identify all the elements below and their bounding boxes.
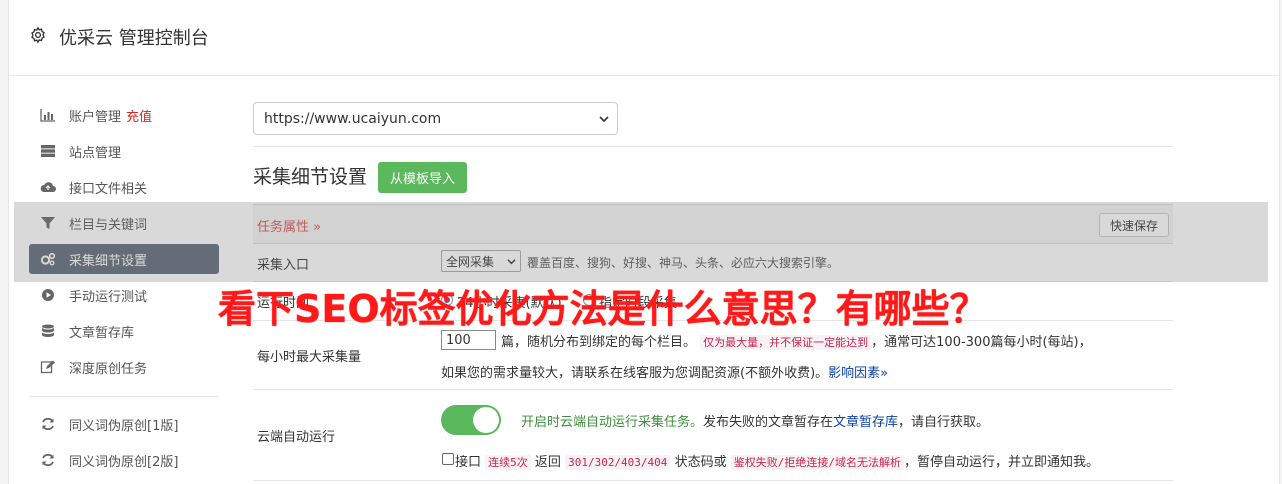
- refresh-icon: [39, 453, 57, 467]
- sidebar-item-api-files[interactable]: 接口文件相关: [29, 172, 219, 202]
- sidebar-item-label: 同义词伪原创[1版]: [69, 418, 179, 434]
- gray-overlay-band: [14, 202, 1268, 282]
- api-text-2: 返回: [534, 455, 561, 470]
- api-text-1: 接口: [455, 455, 482, 470]
- api-text-3: 状态码或: [674, 455, 727, 470]
- max-note: 仅为最大量，并不保证一定能达到: [700, 335, 872, 350]
- row-divider: [253, 389, 1173, 390]
- sidebar-item-synonym-v2[interactable]: 同义词伪原创[2版]: [29, 445, 219, 475]
- sidebar-item-account[interactable]: 账户管理 充值: [29, 100, 219, 130]
- pause-on-error-checkbox[interactable]: [442, 453, 454, 465]
- sidebar-divider: [29, 396, 219, 397]
- api-code-1: 连续5次: [485, 455, 531, 470]
- import-template-button[interactable]: 从模板导入: [378, 162, 468, 193]
- sidebar-item-label: 同义词伪原创[2版]: [69, 454, 179, 470]
- sidebar-item-deep-original[interactable]: 深度原创任务: [29, 352, 219, 382]
- divider: [253, 146, 1173, 147]
- recharge-link[interactable]: 充值: [126, 106, 152, 125]
- cloud-auto-run-desc: 开启时云端自动运行采集任务。发布失败的文章暂存在文章暂存库，请自行获取。: [521, 411, 989, 430]
- sidebar-item-synonym-v1[interactable]: 同义词伪原创[1版]: [29, 409, 219, 439]
- double-chevron-down-icon: »: [880, 366, 889, 381]
- cloud-upload-icon: [39, 180, 57, 194]
- pause-on-error-desc: 接口 连续5次 返回 301/302/403/404 状态码或 鉴权失败/拒绝连…: [455, 451, 1099, 470]
- page-header: 优采云 管理控制台: [9, 0, 1279, 76]
- max-per-hour-label: 每小时最大采集量: [257, 350, 362, 365]
- api-code-3: 鉴权失败/拒绝连接/域名无法解析: [730, 455, 904, 470]
- max-text-1: 篇，随机分布到绑定的每个栏目。: [501, 335, 697, 350]
- article-store-link[interactable]: 文章暂存库: [833, 415, 898, 430]
- max-per-hour-input[interactable]: 100: [441, 330, 496, 350]
- database-icon: [39, 324, 57, 338]
- cloud-text-2: 发布失败的文章暂存在: [703, 415, 834, 430]
- api-text-4: ，暂停自动运行，并立即通知我。: [903, 455, 1099, 470]
- edit-icon: [39, 360, 57, 374]
- site-select[interactable]: https://www.ucaiyun.com: [253, 102, 618, 135]
- refresh-icon: [39, 417, 57, 431]
- cloud-on-text: 开启时云端自动运行采集任务。: [521, 415, 704, 430]
- api-code-2: 301/302/403/404: [565, 455, 671, 470]
- toggle-knob: [473, 407, 499, 433]
- sidebar-item-sites[interactable]: 站点管理: [29, 136, 219, 166]
- gear-icon: [31, 26, 45, 44]
- sidebar-item-label: 文章暂存库: [69, 325, 135, 341]
- max-per-hour-desc-2: 如果您的需求量较大，请联系在线客服为您调配资源(不额外收费)。影响因素»: [441, 362, 888, 381]
- cloud-text-3: ，请自行获取。: [898, 415, 990, 430]
- site-select-value: https://www.ucaiyun.com: [264, 110, 442, 127]
- sidebar-item-label: 手动运行测试: [69, 289, 148, 305]
- chevron-down-icon: [599, 116, 609, 123]
- sidebar-item-label: 账户管理: [69, 109, 122, 125]
- influence-factors-label: 影响因素: [828, 366, 881, 381]
- cloud-auto-run-label: 云端自动运行: [257, 430, 336, 445]
- max-text-3: 如果您的需求量较大，请联系在线客服为您调配资源(不额外收费)。: [441, 366, 829, 381]
- bar-chart-icon: [39, 108, 57, 122]
- page-title: 优采云 管理控制台: [59, 28, 209, 49]
- sidebar-item-label: 深度原创任务: [69, 361, 148, 377]
- row-divider: [253, 480, 1173, 481]
- sidebar-item-manual-run[interactable]: 手动运行测试: [29, 280, 219, 310]
- cloud-auto-run-toggle[interactable]: [441, 405, 501, 435]
- max-text-2: ，通常可达100-300篇每小时(每站)，: [871, 335, 1092, 350]
- sidebar-item-label: 站点管理: [69, 145, 122, 161]
- sidebar-item-label: 接口文件相关: [69, 181, 148, 197]
- section-title: 采集细节设置: [253, 166, 368, 188]
- article-title-banner: 看下SEO标签优化方法是什么意思？有哪些？: [218, 287, 988, 331]
- server-icon: [39, 144, 57, 158]
- max-per-hour-desc: 篇，随机分布到绑定的每个栏目。 仅为最大量，并不保证一定能达到 ，通常可达100-…: [501, 331, 1092, 350]
- play-circle-icon: [39, 288, 57, 302]
- influence-factors-link[interactable]: 影响因素»: [828, 366, 888, 381]
- sidebar-item-article-store[interactable]: 文章暂存库: [29, 316, 219, 346]
